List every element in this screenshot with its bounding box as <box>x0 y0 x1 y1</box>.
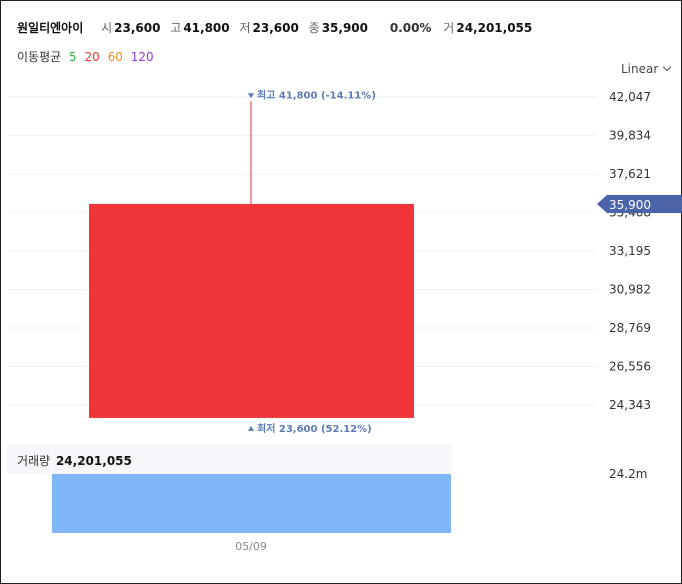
current-price-label: 35,900 <box>609 198 651 212</box>
high-annotation: 최고 41,800 (-14.11%) <box>257 88 376 101</box>
y-tick-label: 28,769 <box>609 321 651 335</box>
low-annotation: 최저 23,600 (52.12%) <box>257 422 372 435</box>
candle-body <box>89 203 414 418</box>
y-tick-label: 33,195 <box>609 244 651 258</box>
volume-bar <box>52 474 451 533</box>
y-tick-label: 26,556 <box>609 360 651 374</box>
y-tick-label: 39,834 <box>609 129 651 143</box>
down-triangle-icon <box>248 93 254 99</box>
y-tick-label: 24,343 <box>609 398 651 412</box>
y-tick-label: 30,982 <box>609 283 651 297</box>
price-chart[interactable]: 42,04739,83437,62135,40833,19530,98228,7… <box>0 0 682 584</box>
x-tick-label: 05/09 <box>235 540 267 553</box>
y-tick-label: 42,047 <box>609 90 651 104</box>
up-triangle-icon <box>248 425 254 431</box>
y-tick-label: 37,621 <box>609 167 651 181</box>
volume-tick-label: 24.2m <box>609 467 647 481</box>
